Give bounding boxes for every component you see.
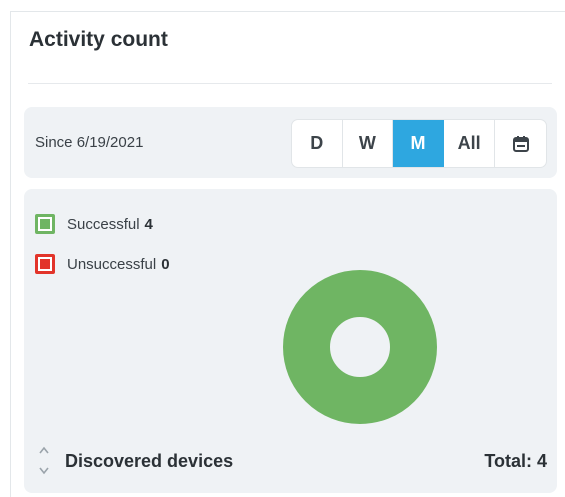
donut-slice-successful [283,270,437,424]
legend-label: Successful [67,215,140,233]
range-bar: Since 6/19/2021 D W M All [24,107,557,178]
donut-chart [283,270,437,424]
legend-label: Unsuccessful [67,255,157,273]
calendar-icon [512,135,529,152]
legend-count: 4 [144,215,153,233]
footer-row: Discovered devices Total: 4 [24,441,557,481]
legend-count: 0 [161,255,170,273]
discovered-devices-label: Discovered devices [65,451,234,471]
calendar-button[interactable] [495,120,546,167]
total-count: Total: 4 [484,451,547,471]
chart-panel: Successful 4 Unsuccessful 0 Discovered d… [24,189,557,493]
successful-swatch-icon [35,214,55,234]
card-title: Activity count [29,28,168,51]
range-week-button[interactable]: W [343,120,394,167]
unsuccessful-swatch-icon [35,254,55,274]
activity-count-card: Activity count Since 6/19/2021 D W M All [10,11,565,497]
legend-item-unsuccessful[interactable]: Unsuccessful 0 [35,253,170,275]
range-all-button[interactable]: All [444,120,496,167]
time-range-selector: D W M All [291,119,547,168]
chart-legend: Successful 4 Unsuccessful 0 [35,213,170,293]
since-date-label: Since 6/19/2021 [35,134,144,151]
legend-item-successful[interactable]: Successful 4 [35,213,170,235]
range-month-button[interactable]: M [393,120,444,167]
chevron-up-down-icon[interactable] [37,441,51,481]
range-day-button[interactable]: D [292,120,343,167]
divider [28,83,552,84]
